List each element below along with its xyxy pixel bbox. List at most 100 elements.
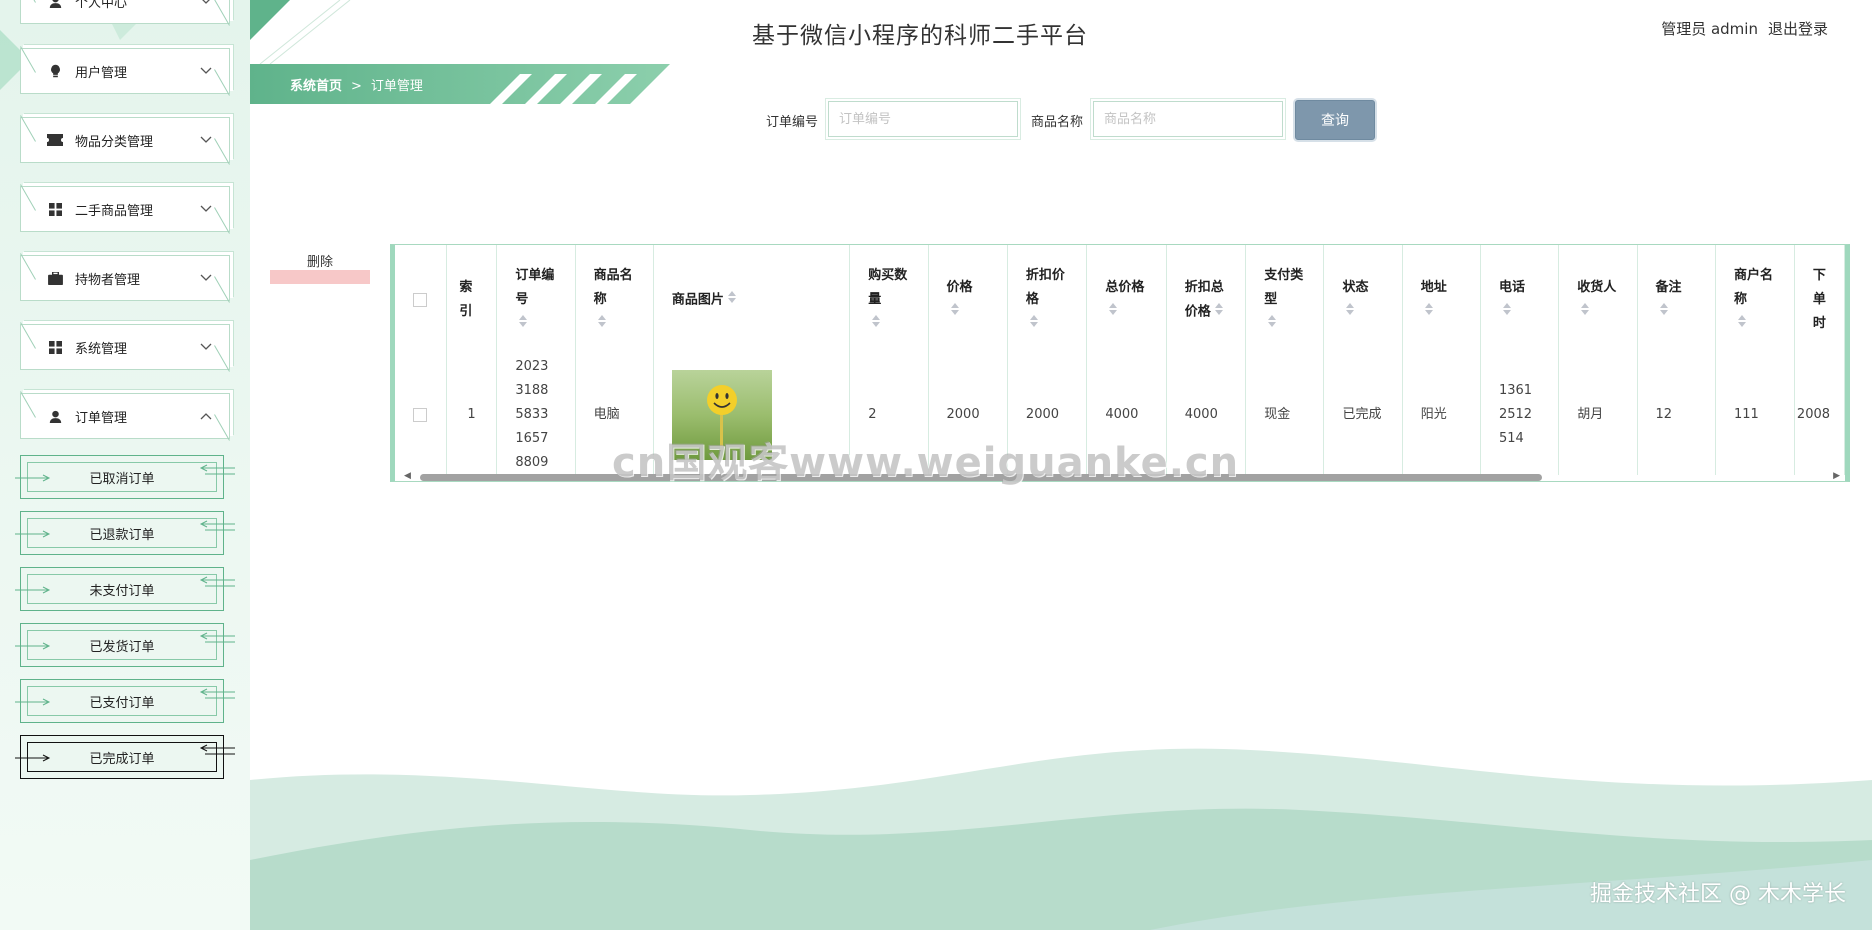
sort-icon[interactable] [1214, 300, 1223, 324]
subnav-label: 未支付订单 [89, 583, 155, 599]
arrow-right-icon [15, 754, 51, 762]
arrow-right-icon [15, 474, 51, 482]
col-order-no[interactable]: 订单编号 [496, 245, 576, 355]
lightbulb-icon [47, 63, 63, 79]
col-pay-type[interactable]: 支付类型 [1245, 245, 1325, 355]
col-phone[interactable]: 电话 [1480, 245, 1560, 355]
subnav-label: 已发货订单 [89, 639, 155, 655]
arrow-left-icon [199, 576, 235, 587]
col-note[interactable]: 备注 [1637, 245, 1716, 355]
chevron-down-icon [199, 340, 213, 354]
scroll-right-icon[interactable]: ▶ [1833, 471, 1840, 481]
sort-icon[interactable] [1737, 312, 1746, 336]
col-product-image[interactable]: 商品图片 [653, 245, 851, 355]
subnav-label: 已支付订单 [89, 695, 155, 711]
page-title: 基于微信小程序的科师二手平台 [752, 23, 1088, 49]
sort-icon[interactable] [1659, 300, 1668, 324]
search-button[interactable]: 查询 [1295, 100, 1375, 140]
breadcrumb-separator: > [351, 79, 362, 94]
breadcrumb-current: 订单管理 [370, 79, 423, 94]
sort-icon[interactable] [597, 312, 606, 336]
col-receiver[interactable]: 收货人 [1558, 245, 1638, 355]
sort-icon[interactable] [1581, 300, 1590, 324]
select-all-checkbox[interactable] [413, 292, 427, 307]
cell-note: 12 [1637, 355, 1716, 475]
subnav-refunded-orders[interactable]: 已退款订单 [15, 511, 235, 555]
arrow-right-icon [15, 698, 51, 706]
user-icon [47, 0, 63, 9]
sort-icon[interactable] [872, 312, 881, 336]
sort-icon[interactable] [1268, 312, 1277, 336]
cell-phone: 13612512514 [1480, 355, 1560, 475]
footer-watermark: 掘金技术社区 @ 木木学长 [1590, 882, 1846, 907]
chevron-up-icon [199, 409, 213, 423]
sidebar-item-categories[interactable]: 物品分类管理 [20, 117, 230, 163]
sidebar-item-users[interactable]: 用户管理 [20, 48, 230, 94]
subnav-completed-orders[interactable]: 已完成订单 [15, 735, 235, 779]
col-status[interactable]: 状态 [1323, 245, 1403, 355]
arrow-left-icon [199, 632, 235, 643]
order-no-label: 订单编号 [766, 115, 819, 130]
subnav-paid-orders[interactable]: 已支付订单 [15, 679, 235, 723]
col-discount-price[interactable]: 折扣价格 [1007, 245, 1088, 355]
subnav-cancelled-orders[interactable]: 已取消订单 [15, 455, 235, 499]
user-icon [47, 408, 63, 424]
cell-address: 阳光 [1402, 355, 1481, 475]
select-all-cell[interactable] [395, 245, 448, 355]
col-index: 索引 [446, 245, 498, 355]
admin-label: 管理员 admin [1661, 20, 1758, 38]
col-price[interactable]: 价格 [928, 245, 1008, 355]
sidebar-item-label: 物品分类管理 [75, 134, 154, 150]
col-address[interactable]: 地址 [1402, 245, 1481, 355]
arrow-left-icon [199, 520, 235, 531]
sidebar-item-system[interactable]: 系统管理 [20, 324, 230, 370]
breadcrumb-home[interactable]: 系统首页 [290, 79, 342, 94]
col-quantity[interactable]: 购买数量 [849, 245, 929, 355]
order-no-input[interactable] [825, 98, 1021, 140]
arrow-left-icon [199, 464, 235, 475]
sort-icon[interactable] [1346, 300, 1355, 324]
col-merchant-name[interactable]: 商户名称 [1715, 245, 1795, 355]
sort-icon[interactable] [1109, 300, 1118, 324]
subnav-shipped-orders[interactable]: 已发货订单 [15, 623, 235, 667]
arrow-left-icon [199, 744, 235, 755]
col-total-price[interactable]: 总价格 [1086, 245, 1167, 355]
chevron-down-icon [199, 64, 213, 78]
sort-icon[interactable] [519, 312, 528, 336]
subnav-label: 已退款订单 [89, 527, 155, 543]
cell-status: 已完成 [1323, 355, 1403, 475]
subnav-label: 已取消订单 [89, 471, 155, 487]
subnav-unpaid-orders[interactable]: 未支付订单 [15, 567, 235, 611]
row-select-cell[interactable] [395, 355, 448, 475]
chevron-down-icon [199, 271, 213, 285]
arrow-right-icon [15, 586, 51, 594]
sort-icon[interactable] [727, 288, 736, 312]
sidebar-item-label: 用户管理 [75, 65, 128, 81]
cell-merchant-name: 111 [1715, 355, 1795, 475]
sidebar-item-holders[interactable]: 持物者管理 [20, 255, 230, 301]
sidebar: 个人中心 用户管理 物品分类管理 二手商品管理 持物者管理 系统管理 订单管理 … [0, 0, 250, 930]
sort-icon[interactable] [1029, 312, 1038, 336]
sort-icon[interactable] [1502, 300, 1511, 324]
logout-link[interactable]: 退出登录 [1768, 20, 1828, 38]
col-discount-total[interactable]: 折扣总价格 [1166, 245, 1247, 355]
sidebar-item-orders[interactable]: 订单管理 [20, 393, 230, 439]
sort-icon[interactable] [950, 300, 959, 324]
product-name-input[interactable] [1090, 98, 1286, 140]
arrow-right-icon [15, 530, 51, 538]
sidebar-item-label: 二手商品管理 [75, 203, 154, 219]
cell-receiver: 胡月 [1558, 355, 1638, 475]
breadcrumb: 系统首页 > 订单管理 [250, 64, 670, 104]
watermark: cn国观客www.weiguanke.cn [612, 440, 1240, 486]
cell-pay-type: 现金 [1245, 355, 1325, 475]
scroll-left-icon[interactable]: ◀ [404, 471, 411, 481]
sidebar-item-products[interactable]: 二手商品管理 [20, 186, 230, 232]
sidebar-item-profile[interactable]: 个人中心 [20, 0, 230, 24]
row-checkbox[interactable] [413, 407, 427, 422]
sidebar-item-label: 持物者管理 [75, 272, 141, 288]
col-product-name[interactable]: 商品名称 [575, 245, 654, 355]
delete-button[interactable]: 删除 [270, 254, 370, 284]
sort-icon[interactable] [1424, 300, 1433, 324]
briefcase-icon [47, 270, 63, 286]
col-order-time[interactable]: 下单时 [1794, 245, 1845, 355]
